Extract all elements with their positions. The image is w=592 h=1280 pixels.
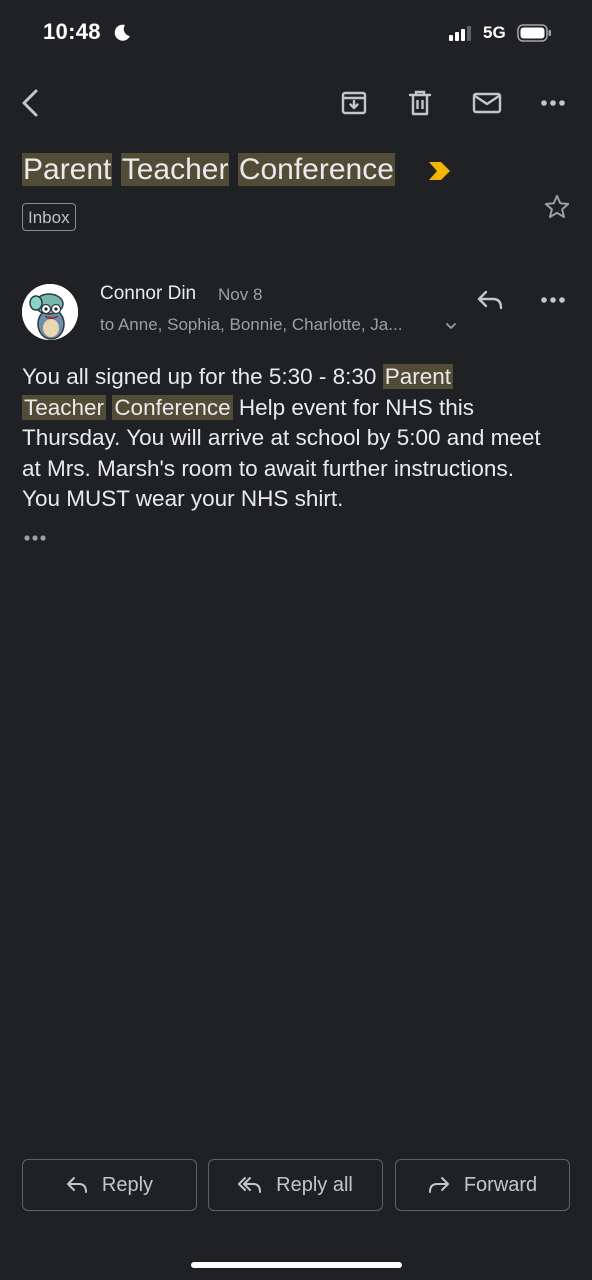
battery-icon [517,24,551,42]
back-icon [22,89,38,117]
reply-all-label: Reply all [276,1173,353,1196]
archive-button[interactable] [334,83,374,123]
back-button[interactable] [10,83,50,123]
reply-all-button[interactable]: Reply all [208,1159,383,1211]
network-type: 5G [483,23,506,42]
signal-icon [449,25,471,41]
forward-button[interactable]: Forward [395,1159,570,1211]
body-highlight: Teacher [22,394,107,420]
delete-icon [408,90,432,116]
more-horizontal-icon [24,535,46,541]
email-date: Nov 8 [218,285,263,304]
chevron-down-icon[interactable] [442,317,460,335]
subject-word: Parent [22,153,113,186]
show-trimmed-content-button[interactable] [22,528,48,553]
mark-unread-button[interactable] [467,83,507,123]
more-icon [541,100,565,106]
recipients-list[interactable]: to Anne, Sophia, Bonnie, Charlotte, Ja..… [100,315,402,335]
subject-word: Teacher [120,153,230,186]
reply-all-icon [238,1177,262,1193]
mark-unread-icon [472,92,502,114]
email-body: You all signed up for the 5:30 - 8:30 Pa… [22,362,542,515]
sender-name[interactable]: Connor Din [100,283,196,305]
reply-icon [66,1177,87,1193]
important-marker-icon[interactable] [427,160,453,182]
quick-reply-button[interactable] [470,280,510,320]
forward-icon [428,1177,449,1193]
home-indicator[interactable] [191,1262,402,1268]
reply-label: Reply [101,1173,154,1196]
star-button[interactable] [537,187,577,227]
email-subject: Parent Teacher Conference [22,150,442,190]
reply-icon [477,290,503,310]
delete-button[interactable] [400,83,440,123]
subject-word: Conference [237,153,395,186]
moon-icon [114,24,130,41]
archive-icon [341,91,367,115]
body-text: You all signed up for the 5:30 - 8:30 [22,364,383,389]
label-badge[interactable]: Inbox [22,203,76,231]
sender-avatar-image [22,284,78,340]
star-icon [544,194,570,219]
more-icon [541,297,565,303]
message-more-button[interactable] [533,280,573,320]
forward-label: Forward [463,1173,538,1196]
body-highlight: Conference [112,394,233,420]
status-time: 10:48 [43,19,101,44]
reply-button[interactable]: Reply [22,1159,197,1211]
avatar[interactable] [22,284,78,340]
more-options-button[interactable] [533,83,573,123]
body-highlight: Parent [382,364,453,389]
